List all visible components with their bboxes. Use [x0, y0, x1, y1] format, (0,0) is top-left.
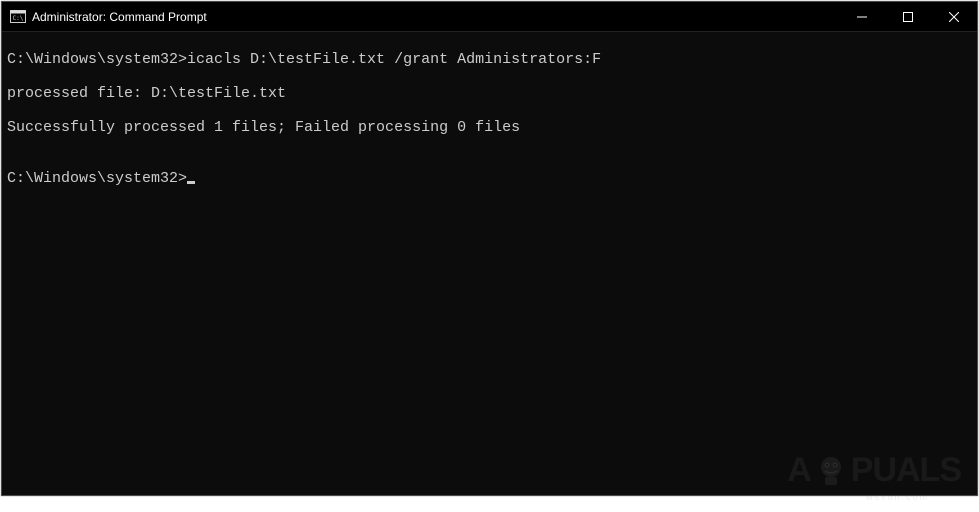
terminal-line: C:\Windows\system32> — [7, 170, 972, 187]
terminal-area[interactable]: C:\Windows\system32>icacls D:\testFile.t… — [2, 32, 977, 495]
window-controls — [839, 2, 977, 31]
maximize-button[interactable] — [885, 2, 931, 32]
terminal-output: processed file: D:\testFile.txt — [7, 85, 972, 102]
command-text: icacls D:\testFile.txt /grant Administra… — [187, 51, 601, 68]
terminal-line: C:\Windows\system32>icacls D:\testFile.t… — [7, 51, 972, 68]
cursor — [187, 181, 195, 184]
cmd-icon: C:\ — [10, 9, 26, 25]
titlebar[interactable]: C:\ Administrator: Command Prompt — [2, 2, 977, 32]
prompt-text: C:\Windows\system32> — [7, 51, 187, 68]
svg-text:C:\: C:\ — [13, 15, 24, 22]
prompt-text: C:\Windows\system32> — [7, 170, 187, 187]
cmd-window: C:\ Administrator: Command Prompt C:\Win… — [1, 1, 978, 496]
minimize-button[interactable] — [839, 2, 885, 32]
terminal-output: Successfully processed 1 files; Failed p… — [7, 119, 972, 136]
window-title: Administrator: Command Prompt — [32, 10, 839, 24]
close-button[interactable] — [931, 2, 977, 32]
